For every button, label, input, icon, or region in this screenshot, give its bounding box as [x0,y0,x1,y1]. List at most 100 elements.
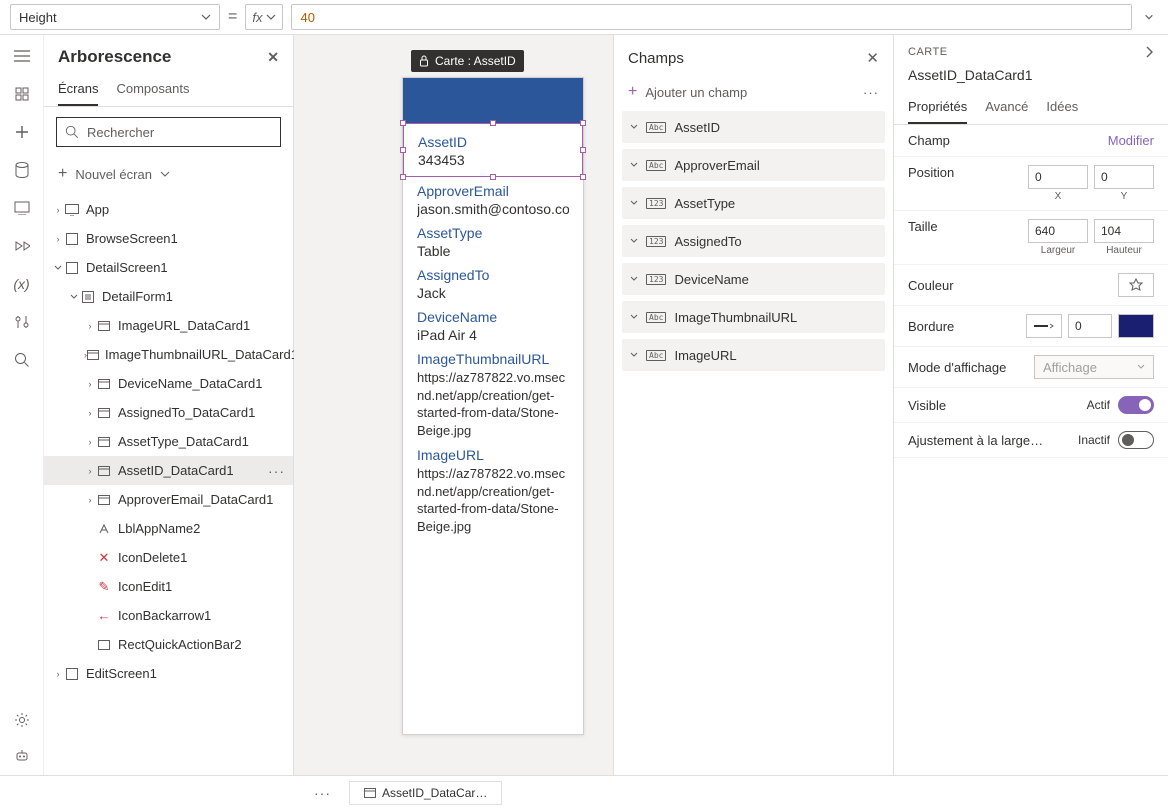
canvas[interactable]: Carte : AssetID AssetID 343453 ApproverE… [294,35,613,775]
chevron-down-icon [1144,12,1154,22]
formula-expand-button[interactable] [1140,12,1158,22]
position-x-input[interactable]: 0 [1028,165,1088,189]
phone-header [403,78,583,123]
field-item-approver[interactable]: AbcApproverEmail [622,149,885,181]
tree-item-card-assettype[interactable]: › AssetType_DataCard1 [44,427,293,456]
properties-panel: CARTE AssetID_DataCard1 Propriétés Avanc… [893,35,1168,775]
advanced-tools-icon[interactable] [13,313,31,331]
new-screen-button[interactable]: + Nouvel écran [56,161,281,187]
chevron-down-icon [201,12,211,22]
bottom-bar: ··· AssetID_DataCar… [0,775,1168,809]
border-width-input[interactable]: 0 [1068,314,1112,338]
fit-toggle[interactable] [1118,431,1154,449]
search-input[interactable]: Rechercher [56,117,281,147]
height-input[interactable]: 104 [1094,219,1154,243]
color-picker-button[interactable] [1118,273,1154,297]
tree-item-editscreen[interactable]: › EditScreen1 [44,659,293,688]
card-thumb[interactable]: ImageThumbnailURL https://az787822.vo.ms… [403,345,583,441]
media-icon[interactable] [13,199,31,217]
properties-title: AssetID_DataCard1 [894,63,1168,91]
tree-view: › App › BrowseScreen1 DetailScreen1 Deta… [44,195,293,688]
field-item-assigned[interactable]: 123AssignedTo [622,225,885,257]
tree-item-icondelete[interactable]: ✕ IconDelete1 [44,543,293,572]
tab-properties[interactable]: Propriétés [908,91,967,124]
tree-item-detailform[interactable]: DetailForm1 [44,282,293,311]
card-imageurl[interactable]: ImageURL https://az787822.vo.msecnd.net/… [403,441,583,537]
tree-item-detailscreen[interactable]: DetailScreen1 [44,253,293,282]
tree-item-app[interactable]: › App [44,195,293,224]
tree-item-iconback[interactable]: ← IconBackarrow1 [44,601,293,630]
properties-head-label: CARTE [908,46,948,58]
properties-expand-button[interactable] [1144,45,1154,59]
tree-item-more-button[interactable]: ··· [268,463,285,479]
edit-fields-link[interactable]: Modifier [1108,133,1154,148]
field-item-assettype[interactable]: 123AssetType [622,187,885,219]
tree-item-browsescreen[interactable]: › BrowseScreen1 [44,224,293,253]
card-assettype[interactable]: AssetType Table [403,219,583,261]
card-assetid[interactable]: AssetID 343453 [403,123,583,177]
field-item-thumb[interactable]: AbcImageThumbnailURL [622,301,885,333]
border-color-button[interactable] [1118,314,1154,338]
property-selector-label: Height [19,10,57,25]
tree-item-card-thumb[interactable]: › ImageThumbnailURL_DataCard1 [44,340,293,369]
settings-icon[interactable] [13,711,31,729]
border-style-select[interactable] [1026,314,1062,338]
search-icon[interactable] [13,351,31,369]
phone-preview: Carte : AssetID AssetID 343453 ApproverE… [402,77,584,735]
field-item-device[interactable]: 123DeviceName [622,263,885,295]
tree-close-button[interactable]: ✕ [267,49,279,66]
card-assigned[interactable]: AssignedTo Jack [403,261,583,303]
add-field-button[interactable]: + Ajouter un champ ··· [614,77,893,107]
variables-icon[interactable]: (x) [13,275,31,293]
tree-item-lblapp[interactable]: LblAppName2 [44,514,293,543]
tree-tabs: Écrans Composants [44,73,293,107]
tree-panel: Arborescence ✕ Écrans Composants Recherc… [44,35,294,775]
card-approver[interactable]: ApproverEmail jason.smith@contoso.com [403,177,583,219]
virtual-agent-icon[interactable] [13,747,31,765]
tab-ideas[interactable]: Idées [1046,91,1078,124]
field-item-assetid[interactable]: AbcAssetID [622,111,885,143]
tree-item-card-approver[interactable]: › ApproverEmail_DataCard1 [44,485,293,514]
visible-toggle[interactable] [1118,396,1154,414]
insert-icon[interactable] [13,123,31,141]
bottom-more-button[interactable]: ··· [306,785,339,801]
width-input[interactable]: 640 [1028,219,1088,243]
card-device[interactable]: DeviceName iPad Air 4 [403,303,583,345]
tree-item-iconedit[interactable]: ✎ IconEdit1 [44,572,293,601]
fields-panel-close[interactable]: ✕ [866,49,879,67]
fx-label: fx [252,10,262,25]
tree-view-icon[interactable] [13,85,31,103]
chevron-down-icon [266,12,276,22]
display-mode-select[interactable]: Affichage [1034,355,1154,379]
data-icon[interactable] [13,161,31,179]
plus-icon: + [628,83,637,101]
hamburger-icon[interactable] [13,47,31,65]
prop-size-label: Taille [908,219,938,234]
bottom-tab-assetid[interactable]: AssetID_DataCar… [349,781,502,805]
prop-mode-label: Mode d'affichage [908,360,1006,375]
tree-item-card-device[interactable]: › DeviceName_DataCard1 [44,369,293,398]
fx-button[interactable]: fx [245,4,283,30]
chevron-down-icon [160,169,170,179]
prop-color-label: Couleur [908,278,954,293]
tree-item-card-imageurl[interactable]: › ImageURL_DataCard1 [44,311,293,340]
tab-screens[interactable]: Écrans [58,73,98,106]
formula-value: 40 [300,10,314,25]
field-item-imageurl[interactable]: AbcImageURL [622,339,885,371]
tab-components[interactable]: Composants [116,73,189,106]
formula-input[interactable]: 40 [291,4,1132,30]
flows-icon[interactable] [13,237,31,255]
property-selector[interactable]: Height [10,4,220,30]
formula-bar: Height = fx 40 [0,0,1168,35]
tree-item-rect[interactable]: RectQuickActionBar2 [44,630,293,659]
position-y-input[interactable]: 0 [1094,165,1154,189]
tree-title: Arborescence [58,47,171,67]
search-placeholder: Rechercher [87,125,154,140]
tab-advanced[interactable]: Avancé [985,91,1028,124]
prop-border-label: Bordure [908,319,954,334]
tree-item-card-assetid[interactable]: › AssetID_DataCard1 ··· [44,456,293,485]
left-rail: (x) [0,35,44,775]
fields-panel: Champs ✕ + Ajouter un champ ··· AbcAsset… [613,35,893,775]
tree-item-card-assigned[interactable]: › AssignedTo_DataCard1 [44,398,293,427]
fields-more-button[interactable]: ··· [863,85,879,100]
